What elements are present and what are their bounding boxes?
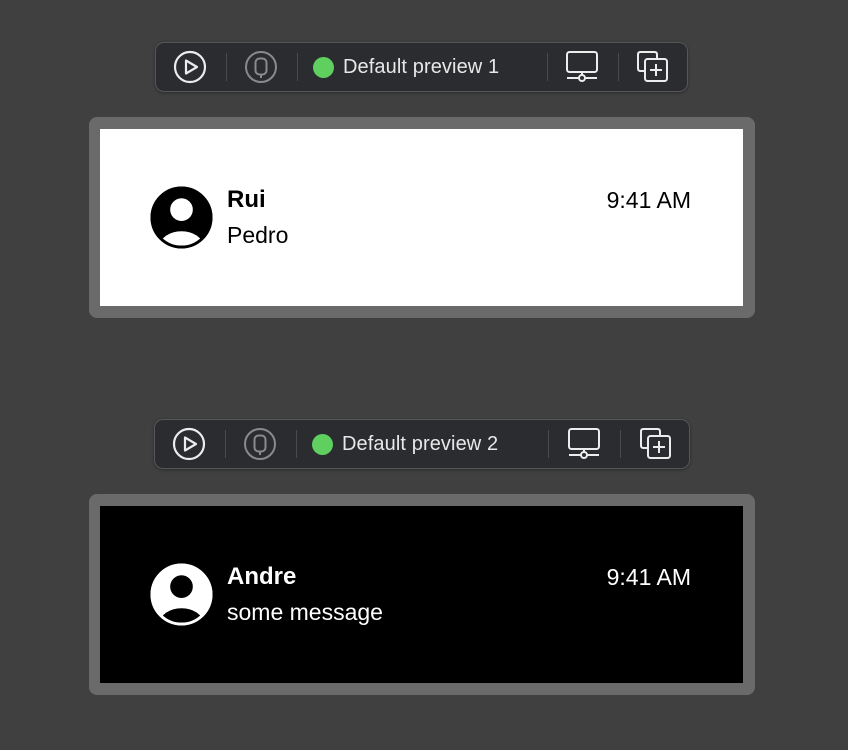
person-circle-icon: [150, 563, 213, 626]
device-settings-button[interactable]: [566, 420, 602, 468]
display-settings-icon: [566, 51, 598, 82]
preview-screen-light: Rui Pedro 9:41 AM: [100, 129, 743, 306]
duplicate-preview-button[interactable]: [635, 43, 671, 91]
preview-label: Default preview 1: [343, 55, 500, 78]
device-icon: [245, 51, 277, 83]
contact-name: Rui: [227, 186, 266, 213]
preview-label: Default preview 2: [342, 432, 499, 455]
device-settings-button[interactable]: [564, 43, 600, 91]
preview-variant-selector[interactable]: Default preview 1: [313, 43, 528, 91]
message-preview: Pedro: [227, 222, 289, 248]
play-icon: [173, 50, 207, 84]
duplicate-preview-button[interactable]: [638, 420, 674, 468]
preview-toolbar-2: Default preview 2: [154, 419, 690, 469]
preview-frame-1: Rui Pedro 9:41 AM: [89, 117, 755, 318]
preview-variant-selector[interactable]: Default preview 2: [312, 420, 530, 468]
duplicate-icon: [637, 51, 668, 82]
device-button[interactable]: [243, 43, 279, 91]
preview-toolbar-1: Default preview 1: [155, 42, 688, 92]
message-preview: some message: [227, 599, 383, 625]
device-icon: [244, 428, 276, 460]
status-dot: [313, 56, 334, 78]
preview-frame-2: Andre some message 9:41 AM: [89, 494, 755, 695]
preview-screen-dark: Andre some message 9:41 AM: [100, 506, 743, 683]
live-preview-button[interactable]: [171, 420, 207, 468]
message-time: 9:41 AM: [606, 187, 691, 213]
device-button[interactable]: [242, 420, 278, 468]
display-settings-icon: [568, 428, 600, 459]
live-preview-button[interactable]: [172, 43, 208, 91]
play-icon: [172, 427, 206, 461]
message-time: 9:41 AM: [606, 564, 691, 590]
contact-name: Andre: [227, 563, 297, 590]
status-dot: [312, 433, 333, 455]
duplicate-icon: [640, 428, 671, 459]
person-circle-icon: [150, 186, 213, 249]
